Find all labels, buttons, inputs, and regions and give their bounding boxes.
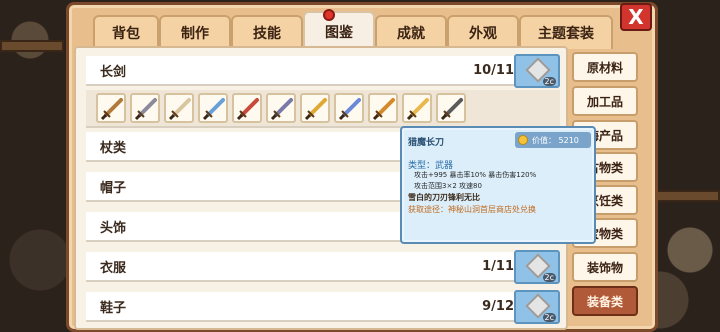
wood-beam xyxy=(656,190,720,202)
tab-appearance[interactable]: 外观 xyxy=(447,15,519,49)
crescent-blade-icon xyxy=(406,98,429,121)
category-processed[interactable]: 加工品 xyxy=(572,86,638,116)
coin-icon xyxy=(518,135,528,145)
tab-achievements[interactable]: 成就 xyxy=(375,15,447,49)
item-slot[interactable] xyxy=(436,93,466,123)
notification-dot xyxy=(323,9,335,21)
tab-bar: 背包 制作 技能 图鉴 成就 外观 主题套装 xyxy=(93,9,613,51)
item-tooltip: 猎魔长刀 价值： 5210 类型：武器 攻击+995 暴击率10% 暴击伤害12… xyxy=(400,126,596,244)
tab-skills[interactable]: 技能 xyxy=(231,15,303,49)
item-slot[interactable] xyxy=(96,93,126,123)
item-description: 雪白的刀刃锋利无比 xyxy=(408,193,480,202)
row-label: 帽子 xyxy=(100,180,127,196)
item-slot[interactable] xyxy=(164,93,194,123)
item-slot[interactable] xyxy=(232,93,262,123)
item-slot[interactable] xyxy=(130,93,160,123)
row-label: 长剑 xyxy=(100,64,127,80)
row-count: 1/11 xyxy=(482,258,514,274)
ruby-sword-icon xyxy=(236,98,259,121)
item-slot[interactable] xyxy=(402,93,432,123)
row-label: 杖类 xyxy=(100,140,127,156)
amber-sword-icon xyxy=(372,98,395,121)
category-row-clothes[interactable]: 衣服 1/11 2c xyxy=(86,250,560,284)
category-decorations[interactable]: 装饰物 xyxy=(572,252,638,282)
category-row-longsword[interactable]: 长剑 10/11 2c xyxy=(86,54,560,88)
frost-sword-icon xyxy=(338,98,361,121)
item-price: 价值： 5210 xyxy=(515,132,591,148)
category-raw-materials[interactable]: 原材料 xyxy=(572,52,638,82)
reward-level: 2c xyxy=(542,77,556,86)
reward-level: 2c xyxy=(542,273,556,282)
category-row-shoes[interactable]: 鞋子 9/12 2c xyxy=(86,290,560,324)
steel-sword-icon xyxy=(270,98,293,121)
row-label: 衣服 xyxy=(100,260,127,276)
reward-badge[interactable]: 2c xyxy=(514,290,560,324)
item-slot[interactable] xyxy=(334,93,364,123)
category-equipment[interactable]: 装备类 xyxy=(572,286,638,316)
item-name: 猎魔长刀 xyxy=(408,138,445,148)
close-button[interactable]: X xyxy=(620,3,652,31)
row-count: 10/11 xyxy=(473,62,514,78)
reward-badge[interactable]: 2c xyxy=(514,250,560,284)
tab-theme-sets[interactable]: 主题套装 xyxy=(519,15,613,49)
tab-collection[interactable]: 图鉴 xyxy=(303,11,375,51)
sword-item-strip xyxy=(86,90,560,128)
wood-beam xyxy=(0,40,64,52)
shadow-blade-icon xyxy=(440,98,463,121)
item-slot[interactable] xyxy=(266,93,296,123)
tab-crafting[interactable]: 制作 xyxy=(159,15,231,49)
reward-badge[interactable]: 2c xyxy=(514,54,560,88)
bronze-sword-icon xyxy=(100,98,123,121)
close-icon: X xyxy=(628,5,644,29)
tab-backpack[interactable]: 背包 xyxy=(93,15,159,49)
reward-level: 2c xyxy=(542,313,556,322)
crystal-sword-icon xyxy=(202,98,225,121)
item-stats-secondary: 攻击范围3×2 攻速80 xyxy=(414,182,482,190)
item-stats-primary: 攻击+995 暴击率10% 暴击伤害120% xyxy=(414,171,537,179)
bone-sword-icon xyxy=(168,98,191,121)
row-label: 头饰 xyxy=(100,220,127,236)
item-slot[interactable] xyxy=(300,93,330,123)
golden-sword-icon xyxy=(304,98,327,121)
item-slot[interactable] xyxy=(198,93,228,123)
item-slot[interactable] xyxy=(368,93,398,123)
item-source: 获取途径：神秘山洞首层商店处兑换 xyxy=(408,205,536,214)
price-text: 价值： 5210 xyxy=(532,135,579,145)
row-count: 9/12 xyxy=(482,298,514,314)
iron-sword-icon xyxy=(134,98,157,121)
row-label: 鞋子 xyxy=(100,300,127,316)
